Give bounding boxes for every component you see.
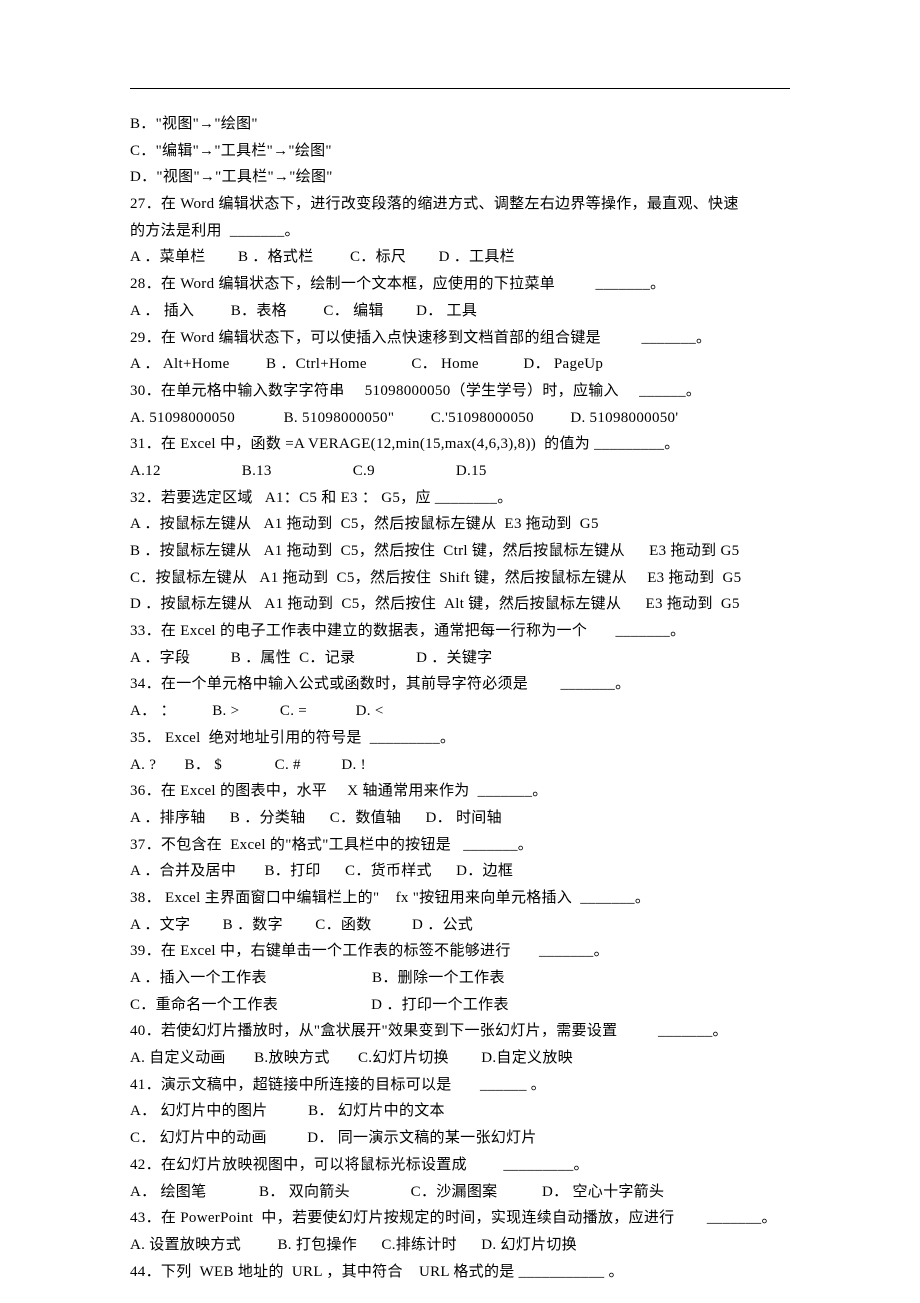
text-line: D ．按鼠标左键从 A1 拖动到 C5，然后按住 Alt 键，然后按鼠标左键从 … <box>130 591 790 618</box>
text-line: 31．在 Excel 中，函数 =A VERAGE(12,min(15,max(… <box>130 431 790 458</box>
text-line: A. 设置放映方式 B. 打包操作 C.排练计时 D. 幻灯片切换 <box>130 1232 790 1259</box>
text-line: 41．演示文稿中，超链接中所连接的目标可以是 ______ 。 <box>130 1072 790 1099</box>
text-line: 的方法是利用 _______。 <box>130 218 790 245</box>
text-line: 28．在 Word 编辑状态下，绘制一个文本框，应使用的下拉菜单 _______… <box>130 271 790 298</box>
text-line: 37．不包含在 Excel 的"格式"工具栏中的按钮是 _______。 <box>130 832 790 859</box>
text-line: 35． Excel 绝对地址引用的符号是 _________。 <box>130 725 790 752</box>
text-line: A ．菜单栏 B ．格式栏 C．标尺 D ．工具栏 <box>130 244 790 271</box>
text-line: 27．在 Word 编辑状态下，进行改变段落的缩进方式、调整左右边界等操作，最直… <box>130 191 790 218</box>
text-line: A ．字段 B ．属性 C．记录 D ．关键字 <box>130 645 790 672</box>
text-line: 33．在 Excel 的电子工作表中建立的数据表，通常把每一行称为一个 ____… <box>130 618 790 645</box>
text-line: A ．按鼠标左键从 A1 拖动到 C5，然后按鼠标左键从 E3 拖动到 G5 <box>130 511 790 538</box>
text-line: 38． Excel 主界面窗口中编辑栏上的" fx "按钮用来向单元格插入 __… <box>130 885 790 912</box>
text-line: A ．文字 B ．数字 C．函数 D ．公式 <box>130 912 790 939</box>
text-line: C．"编辑"→"工具栏"→"绘图" <box>130 138 790 165</box>
text-line: A ． Alt+Home B ．Ctrl+Home C． Home D． Pag… <box>130 351 790 378</box>
page-top-rule <box>130 88 790 89</box>
text-line: 43．在 PowerPoint 中，若要使幻灯片按规定的时间，实现连续自动播放，… <box>130 1205 790 1232</box>
text-line: A． 绘图笔 B． 双向箭头 C．沙漏图案 D． 空心十字箭头 <box>130 1179 790 1206</box>
document-page: B．"视图"→"绘图"C．"编辑"→"工具栏"→"绘图"D．"视图"→"工具栏"… <box>0 0 920 1303</box>
text-line: D．"视图"→"工具栏"→"绘图" <box>130 164 790 191</box>
text-line: 44．下列 WEB 地址的 URL ，其中符合 URL 格式的是 _______… <box>130 1259 790 1286</box>
text-line: A ．插入一个工作表 B．删除一个工作表 <box>130 965 790 992</box>
text-line: A.12 B.13 C.9 D.15 <box>130 458 790 485</box>
text-line: B．"视图"→"绘图" <box>130 111 790 138</box>
text-line: A ． 插入 B．表格 C． 编辑 D． 工具 <box>130 298 790 325</box>
text-line: A． 幻灯片中的图片 B． 幻灯片中的文本 <box>130 1098 790 1125</box>
text-line: A ．合并及居中 B．打印 C．货币样式 D．边框 <box>130 858 790 885</box>
text-line: 32．若要选定区域 A1：C5 和 E3 ： G5，应 ________。 <box>130 485 790 512</box>
content-body: B．"视图"→"绘图"C．"编辑"→"工具栏"→"绘图"D．"视图"→"工具栏"… <box>130 111 790 1285</box>
text-line: B ．按鼠标左键从 A1 拖动到 C5，然后按住 Ctrl 键，然后按鼠标左键从… <box>130 538 790 565</box>
text-line: A. ? B． $ C. # D. ! <box>130 752 790 779</box>
text-line: 39．在 Excel 中，右键单击一个工作表的标签不能够进行 _______。 <box>130 938 790 965</box>
text-line: A． ： B. > C. = D. < <box>130 698 790 725</box>
text-line: 42．在幻灯片放映视图中，可以将鼠标光标设置成 _________。 <box>130 1152 790 1179</box>
text-line: 34．在一个单元格中输入公式或函数时，其前导字符必须是 _______。 <box>130 671 790 698</box>
text-line: A. 51098000050 B. 51098000050" C.'510980… <box>130 405 790 432</box>
text-line: A ．排序轴 B ．分类轴 C．数值轴 D． 时间轴 <box>130 805 790 832</box>
text-line: 36．在 Excel 的图表中，水平 X 轴通常用来作为 _______。 <box>130 778 790 805</box>
text-line: C． 幻灯片中的动画 D． 同一演示文稿的某一张幻灯片 <box>130 1125 790 1152</box>
text-line: 30．在单元格中输入数字字符串 51098000050（学生学号）时，应输入 _… <box>130 378 790 405</box>
text-line: A. 自定义动画 B.放映方式 C.幻灯片切换 D.自定义放映 <box>130 1045 790 1072</box>
text-line: C．按鼠标左键从 A1 拖动到 C5，然后按住 Shift 键，然后按鼠标左键从… <box>130 565 790 592</box>
text-line: C．重命名一个工作表 D ．打印一个工作表 <box>130 992 790 1019</box>
text-line: 40．若使幻灯片播放时，从"盒状展开"效果变到下一张幻灯片，需要设置 _____… <box>130 1018 790 1045</box>
text-line: 29．在 Word 编辑状态下，可以使插入点快速移到文档首部的组合键是 ____… <box>130 325 790 352</box>
